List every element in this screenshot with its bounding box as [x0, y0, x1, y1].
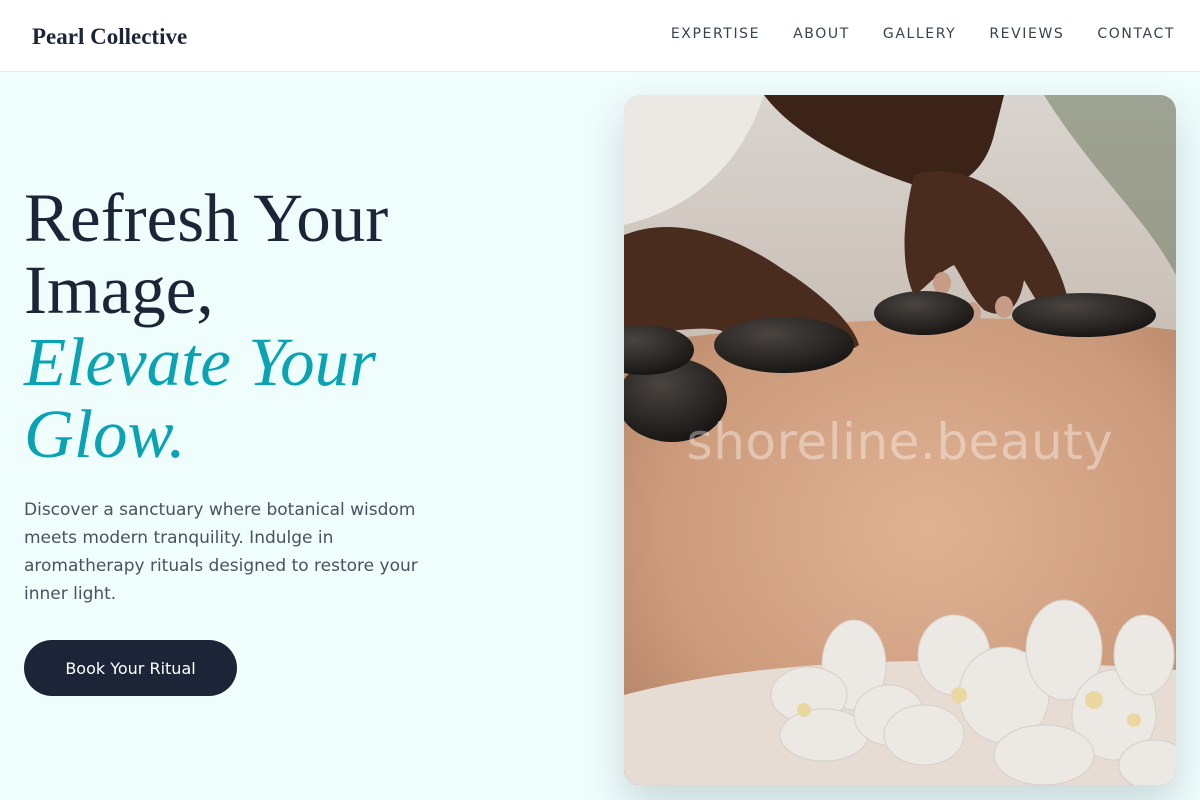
- nav-link-contact[interactable]: CONTACT: [1097, 26, 1175, 42]
- hero-title-line2: Image,: [24, 252, 214, 328]
- nav-link-gallery[interactable]: GALLERY: [883, 26, 956, 42]
- hero-image: shoreline.beauty: [624, 95, 1176, 785]
- nav-link-reviews[interactable]: REVIEWS: [989, 26, 1064, 42]
- book-ritual-button[interactable]: Book Your Ritual: [24, 640, 237, 696]
- hero-title-accent-line2: Glow.: [24, 396, 186, 472]
- main-nav: EXPERTISE ABOUT GALLERY REVIEWS CONTACT: [671, 26, 1175, 42]
- nav-link-expertise[interactable]: EXPERTISE: [671, 26, 760, 42]
- hero-description: Discover a sanctuary where botanical wis…: [24, 500, 418, 604]
- site-header: Pearl Collective EXPERTISE ABOUT GALLERY…: [0, 0, 1200, 72]
- brand-logo[interactable]: Pearl Collective: [32, 24, 187, 50]
- massage-photo: [624, 95, 1176, 785]
- nav-link-about[interactable]: ABOUT: [793, 26, 850, 42]
- hero-title-line1: Refresh Your: [24, 180, 389, 256]
- hero-title-accent-line1: Elevate Your: [24, 324, 377, 400]
- hero-title: Refresh Your Image, Elevate Your Glow.: [24, 182, 544, 470]
